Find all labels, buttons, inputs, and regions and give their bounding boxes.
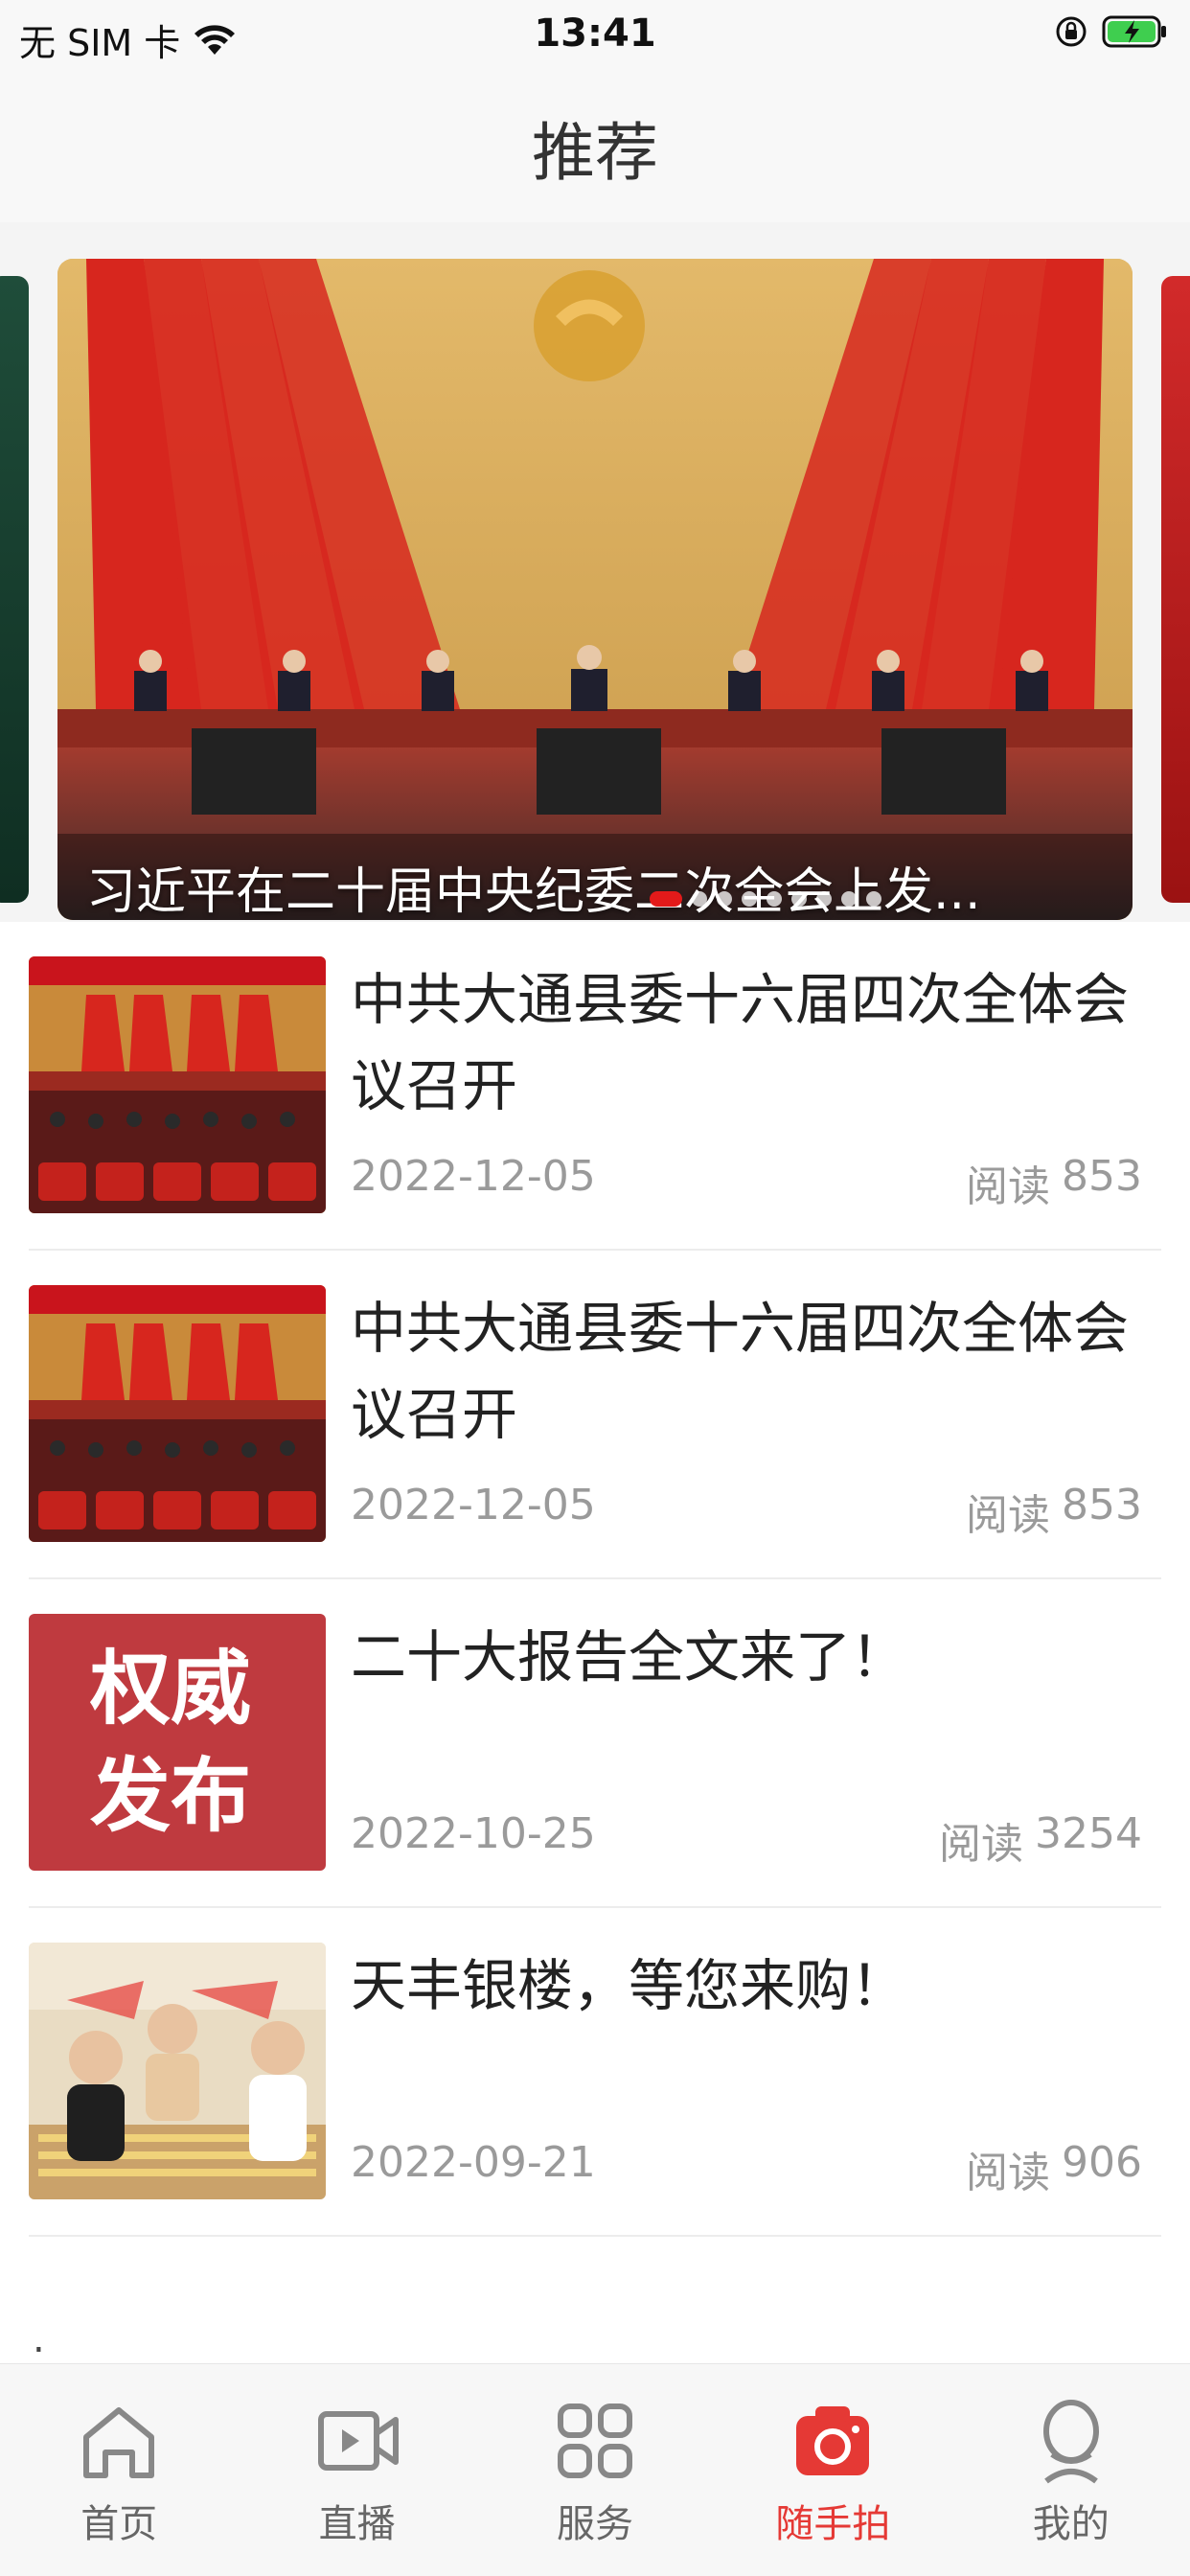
services-grid-icon — [557, 2404, 632, 2478]
tab-label: 直播 — [318, 2502, 396, 2546]
home-icon — [83, 2407, 155, 2478]
read-value: 853 — [1062, 1481, 1142, 1530]
meeting-hall-photo — [29, 956, 326, 1213]
news-title: 中共大通县委十六届四次全体会议召开 — [351, 1296, 1130, 1447]
pagination-dot[interactable] — [816, 891, 832, 907]
pagination-dot[interactable] — [692, 891, 707, 907]
pagination-dot[interactable] — [767, 891, 782, 907]
load-more-indicator: . — [33, 2317, 45, 2361]
news-read-count: 阅读 853 — [966, 1152, 1142, 1213]
pagination-dot[interactable] — [866, 891, 881, 907]
status-time: 13:41 — [534, 12, 656, 56]
news-thumbnail — [29, 1943, 326, 2199]
status-right — [1054, 13, 1169, 50]
page-title: 推荐 — [532, 116, 658, 190]
status-bar: 无 SIM 卡 13:41 — [0, 0, 1190, 73]
conference-hall-photo — [57, 259, 1133, 920]
tab-label: 随手拍 — [775, 2502, 891, 2546]
pagination-dot[interactable] — [791, 891, 807, 907]
news-date: 2022-10-25 — [351, 1809, 596, 1858]
news-title: 中共大通县委十六届四次全体会议召开 — [351, 967, 1130, 1118]
news-item[interactable]: 权威 发布 二十大报告全文来了！ 2022-10-25 阅读 3254 — [0, 1579, 1190, 1908]
read-value: 3254 — [1035, 1809, 1142, 1858]
news-read-count: 阅读 3254 — [939, 1809, 1142, 1871]
thumb-text-line: 权威 — [90, 1642, 252, 1736]
banner-carousel[interactable]: 习近平在二十届中央纪委二次全会上发... — [0, 222, 1190, 922]
read-label: 阅读 — [939, 1820, 1024, 1869]
pagination-dot[interactable] — [742, 891, 757, 907]
carousel-caption: 习近平在二十届中央纪委二次全会上发... — [86, 863, 981, 920]
tab-label: 服务 — [556, 2502, 633, 2546]
tab-home[interactable]: 首页 — [0, 2364, 238, 2576]
news-list: 中共大通县委十六届四次全体会议召开 2022-12-05 阅读 853 中共大通… — [0, 922, 1190, 2237]
tab-bar: 首页 直播 服务 随手拍 我的 — [0, 2363, 1190, 2576]
news-title: 二十大报告全文来了！ — [351, 1624, 907, 1690]
news-thumbnail — [29, 1285, 326, 1542]
news-item[interactable]: 天丰银楼，等您来购！ 2022-09-21 阅读 906 — [0, 1908, 1190, 2237]
profile-icon — [1042, 2400, 1099, 2484]
news-date: 2022-09-21 — [351, 2138, 596, 2187]
read-value: 906 — [1062, 2138, 1142, 2187]
divider — [29, 2235, 1161, 2237]
tab-label: 首页 — [80, 2502, 158, 2546]
news-date: 2022-12-05 — [351, 1152, 596, 1201]
news-thumbnail: 权威 发布 — [29, 1614, 326, 1871]
tab-live[interactable]: 直播 — [238, 2364, 475, 2576]
live-video-icon — [317, 2411, 399, 2471]
news-read-count: 阅读 853 — [966, 1481, 1142, 1542]
thumb-text-line: 发布 — [90, 1749, 252, 1843]
news-item[interactable]: 中共大通县委十六届四次全体会议召开 2022-12-05 阅读 853 — [0, 922, 1190, 1251]
news-read-count: 阅读 906 — [966, 2138, 1142, 2199]
tab-profile[interactable]: 我的 — [952, 2364, 1190, 2576]
news-thumbnail — [29, 956, 326, 1213]
meeting-hall-photo — [29, 1285, 326, 1542]
news-item[interactable]: 中共大通县委十六届四次全体会议召开 2022-12-05 阅读 853 — [0, 1251, 1190, 1579]
read-label: 阅读 — [966, 1162, 1051, 1211]
news-title: 天丰银楼，等您来购！ — [351, 1953, 907, 2018]
news-date: 2022-12-05 — [351, 1481, 596, 1530]
carousel-prev-slide[interactable] — [0, 276, 29, 903]
tab-services[interactable]: 服务 — [476, 2364, 714, 2576]
read-value: 853 — [1062, 1152, 1142, 1201]
pagination-dot[interactable] — [650, 891, 682, 907]
orientation-lock-icon — [1056, 16, 1087, 47]
tab-label: 我的 — [1032, 2502, 1110, 2546]
jewelry-store-photo — [29, 1943, 326, 2199]
carousel-next-slide[interactable] — [1161, 276, 1190, 903]
nav-bar: 推荐 — [0, 73, 1190, 222]
tab-snapshot[interactable]: 随手拍 — [714, 2364, 951, 2576]
carousel-slide[interactable]: 习近平在二十届中央纪委二次全会上发... — [57, 259, 1133, 920]
carousel-pagination — [650, 891, 881, 907]
read-label: 阅读 — [966, 1491, 1051, 1540]
pagination-dot[interactable] — [841, 891, 857, 907]
read-label: 阅读 — [966, 2149, 1051, 2197]
pagination-dot[interactable] — [717, 891, 732, 907]
battery-charging-icon — [1102, 15, 1166, 48]
camera-icon — [796, 2406, 870, 2475]
